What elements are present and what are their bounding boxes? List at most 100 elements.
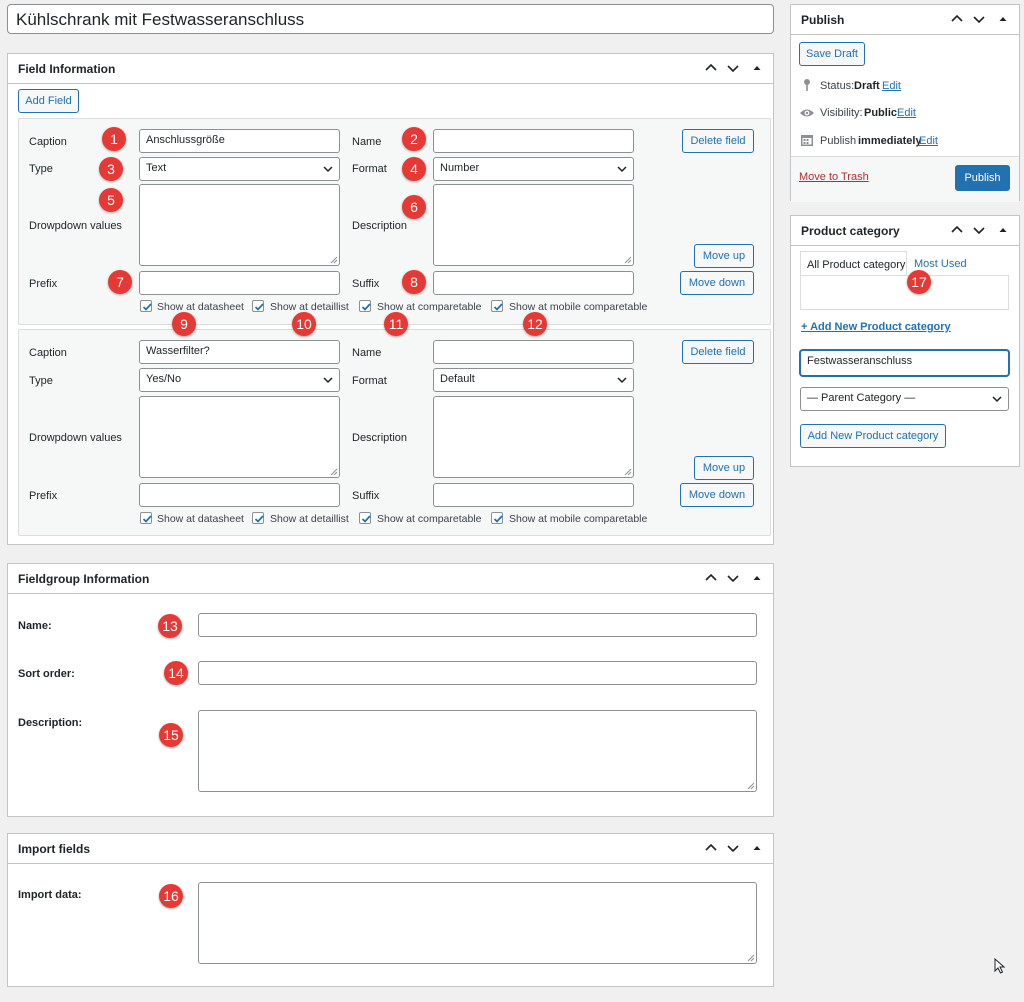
field-row-2: Caption Wasserfilter? Name Delete field … — [18, 329, 771, 536]
box-title: Publish — [801, 13, 845, 27]
suffix-input[interactable] — [433, 271, 634, 295]
chevron-up-icon[interactable] — [703, 60, 719, 76]
chevron-up-icon[interactable] — [949, 11, 965, 27]
caption-label: Caption — [29, 136, 67, 148]
description-textarea[interactable] — [433, 184, 634, 266]
format-select[interactable]: Default — [433, 368, 634, 392]
delete-field-button[interactable]: Delete field — [682, 340, 754, 364]
collapse-toggle-icon[interactable] — [749, 60, 765, 76]
sort-order-input[interactable] — [198, 661, 757, 685]
collapse-toggle-icon[interactable] — [749, 840, 765, 856]
move-to-trash-link[interactable]: Move to Trash — [799, 171, 869, 183]
format-select[interactable]: Number — [433, 157, 634, 181]
dropdown-values-textarea[interactable] — [139, 184, 340, 266]
resize-grip-icon[interactable] — [624, 256, 632, 264]
checkbox-show-datasheet[interactable] — [140, 512, 152, 524]
resize-grip-icon[interactable] — [747, 954, 755, 962]
caption-input[interactable]: Anschlussgröße — [139, 129, 340, 153]
checkmark-icon — [361, 303, 371, 311]
caption-input[interactable]: Wasserfilter? — [139, 340, 340, 364]
parent-category-select[interactable]: — Parent Category — — [800, 387, 1009, 411]
calendar-icon — [801, 135, 813, 146]
chevron-up-icon[interactable] — [703, 840, 719, 856]
prefix-input[interactable] — [139, 271, 340, 295]
resize-grip-icon[interactable] — [330, 256, 338, 264]
box-title: Fieldgroup Information — [18, 572, 150, 586]
type-select-value: Yes/No — [146, 373, 182, 385]
checkbox-show-datasheet[interactable] — [140, 300, 152, 312]
checkbox-show-comparetable[interactable] — [359, 512, 371, 524]
category-checklist[interactable] — [800, 275, 1009, 310]
chevron-down-icon[interactable] — [971, 222, 987, 238]
new-category-input[interactable]: Festwasseranschluss — [800, 350, 1009, 376]
publish-time-edit-link[interactable]: Edit — [919, 135, 938, 147]
fieldgroup-description-textarea[interactable] — [198, 710, 757, 792]
visibility-label: Visibility: — [820, 107, 863, 119]
type-select[interactable]: Text — [139, 157, 340, 181]
checkbox-show-detaillist[interactable] — [252, 512, 264, 524]
dropdown-values-textarea[interactable] — [139, 396, 340, 478]
add-field-button[interactable]: Add Field — [18, 89, 79, 113]
checkbox-show-comparetable[interactable] — [359, 300, 371, 312]
move-up-button[interactable]: Move up — [694, 456, 754, 480]
post-title-input[interactable]: Kühlschrank mit Festwasseranschluss — [7, 4, 774, 34]
collapse-toggle-icon[interactable] — [995, 222, 1011, 238]
resize-grip-icon[interactable] — [747, 782, 755, 790]
description-textarea[interactable] — [433, 396, 634, 478]
resize-grip-icon[interactable] — [624, 468, 632, 476]
chevron-down-icon — [323, 377, 333, 384]
name-input[interactable] — [433, 129, 634, 153]
tab-all-product-category[interactable]: All Product category — [800, 251, 907, 276]
import-data-textarea[interactable] — [198, 882, 757, 964]
chevron-down-icon — [992, 396, 1002, 403]
checkmark-icon — [142, 303, 152, 311]
chevron-up-icon[interactable] — [703, 570, 719, 586]
visibility-edit-link[interactable]: Edit — [897, 107, 916, 119]
checkbox-show-mobile-comparetable[interactable] — [491, 300, 503, 312]
move-down-button[interactable]: Move down — [680, 483, 754, 507]
checkbox-show-mobile-comparetable[interactable] — [491, 512, 503, 524]
chevron-down-icon[interactable] — [971, 11, 987, 27]
chevron-down-icon[interactable] — [725, 60, 741, 76]
suffix-input[interactable] — [433, 483, 634, 507]
product-category-box: Product category All Product category Mo… — [790, 215, 1020, 467]
prefix-label: Prefix — [29, 490, 58, 502]
add-new-category-link[interactable]: + Add New Product category — [801, 321, 951, 333]
prefix-label: Prefix — [29, 278, 58, 290]
save-draft-button[interactable]: Save Draft — [799, 42, 865, 66]
visibility-value: Public — [864, 107, 898, 119]
resize-grip-icon[interactable] — [330, 468, 338, 476]
name-input[interactable] — [433, 340, 634, 364]
chevron-down-icon[interactable] — [725, 840, 741, 856]
move-up-button[interactable]: Move up — [694, 244, 754, 268]
tab-most-used[interactable]: Most Used — [914, 258, 967, 270]
type-label: Type — [29, 163, 53, 175]
import-data-label: Import data: — [18, 889, 82, 901]
delete-field-button[interactable]: Delete field — [682, 129, 754, 153]
checkbox-label: Show at comparetable — [377, 513, 482, 525]
chevron-down-icon[interactable] — [725, 570, 741, 586]
collapse-toggle-icon[interactable] — [995, 11, 1011, 27]
mouse-cursor-icon — [994, 958, 1006, 974]
prefix-input[interactable] — [139, 483, 340, 507]
checkbox-show-detaillist[interactable] — [252, 300, 264, 312]
status-value: Draft — [854, 80, 880, 92]
field-row-1: Caption Anschlussgröße Name Delete field… — [18, 118, 771, 325]
add-new-category-button[interactable]: Add New Product category — [800, 424, 946, 448]
fieldgroup-name-input[interactable] — [198, 613, 757, 637]
format-select-value: Number — [440, 162, 480, 174]
collapse-toggle-icon[interactable] — [749, 570, 765, 586]
annotation-badge: 7 — [108, 270, 132, 294]
chevron-up-icon[interactable] — [949, 222, 965, 238]
checkmark-icon — [142, 515, 152, 523]
checkmark-icon — [493, 303, 503, 311]
publish-button[interactable]: Publish — [955, 165, 1010, 191]
type-select[interactable]: Yes/No — [139, 368, 340, 392]
annotation-badge: 11 — [384, 312, 408, 336]
move-down-button[interactable]: Move down — [680, 271, 754, 295]
checkbox-label: Show at mobile comparetable — [509, 301, 648, 313]
checkmark-icon — [493, 515, 503, 523]
status-label: Status: — [820, 80, 855, 92]
status-edit-link[interactable]: Edit — [882, 80, 901, 92]
pin-icon — [804, 79, 810, 91]
